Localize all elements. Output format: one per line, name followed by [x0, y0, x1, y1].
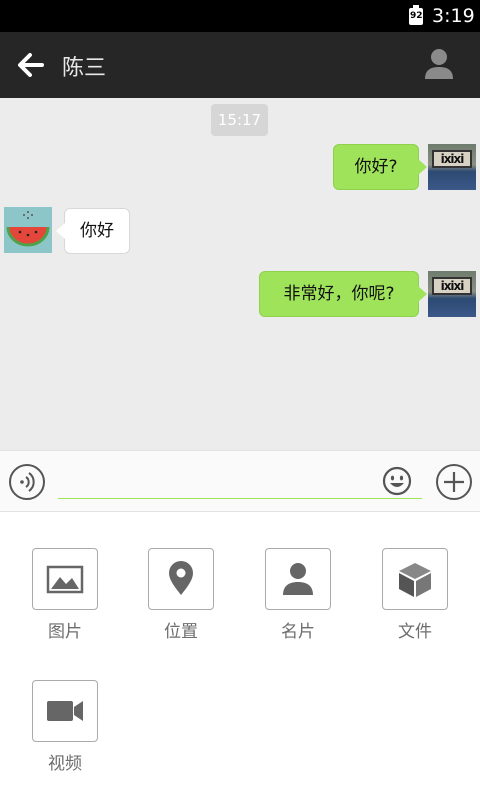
tool-video-label: 视频 [48, 754, 82, 774]
message-bubble-outgoing[interactable]: 你好? [333, 144, 427, 190]
tool-image-label: 图片 [48, 622, 82, 642]
message-bubble-outgoing[interactable]: 非常好，你呢? [259, 271, 427, 317]
tool-image-button[interactable] [32, 548, 98, 610]
page-title: 陈三 [62, 56, 107, 81]
tool-file[interactable]: 文件 [382, 548, 448, 642]
tool-contact-card-label: 名片 [281, 622, 315, 642]
video-camera-icon [47, 701, 83, 721]
message-list[interactable]: 15:17 你好? ixixi 你好 非常好，你呢? ixixi [0, 98, 480, 450]
plus-icon [444, 472, 464, 492]
avatar-self[interactable]: ixixi [428, 271, 476, 317]
tool-contact-card[interactable]: 名片 [265, 548, 331, 642]
contact-card-icon [283, 563, 313, 595]
timestamp-chip: 15:17 [211, 104, 268, 136]
message-input[interactable] [58, 465, 422, 499]
more-tools-button[interactable] [436, 464, 472, 500]
back-button[interactable] [12, 46, 50, 84]
avatar-sign-text: ixixi [432, 277, 472, 295]
tool-contact-card-button[interactable] [265, 548, 331, 610]
voice-button[interactable] [9, 464, 45, 500]
tool-file-button[interactable] [382, 548, 448, 610]
voice-wave-icon [20, 472, 35, 492]
chat-header: 陈三 [0, 32, 480, 98]
tool-location-label: 位置 [164, 622, 198, 642]
message-bubble-incoming[interactable]: 你好 [56, 208, 130, 254]
watermelon-icon [6, 211, 50, 247]
tool-image[interactable]: 图片 [32, 548, 98, 642]
arrow-left-icon [18, 53, 44, 77]
tool-file-label: 文件 [398, 622, 432, 642]
tool-location-button[interactable] [148, 548, 214, 610]
smiley-icon [382, 466, 412, 496]
status-clock: 3:19 [432, 5, 475, 27]
status-bar: 92 3:19 [0, 0, 480, 32]
battery-icon: 92 [409, 5, 423, 25]
image-icon [46, 565, 84, 594]
avatar-self[interactable]: ixixi [428, 144, 476, 190]
battery-level: 92 [410, 11, 423, 21]
emoji-button[interactable] [382, 466, 412, 500]
attachment-panel: 图片 位置 名片 文件 视频 [0, 513, 480, 800]
avatar-friend[interactable] [4, 207, 52, 253]
location-pin-icon [169, 561, 193, 595]
contact-profile-button[interactable] [418, 46, 460, 84]
tool-video-button[interactable] [32, 680, 98, 742]
box-file-icon [399, 563, 431, 597]
tool-video[interactable]: 视频 [32, 680, 98, 774]
tool-location[interactable]: 位置 [148, 548, 214, 642]
person-icon [425, 49, 453, 79]
avatar-sign-text: ixixi [432, 150, 472, 168]
